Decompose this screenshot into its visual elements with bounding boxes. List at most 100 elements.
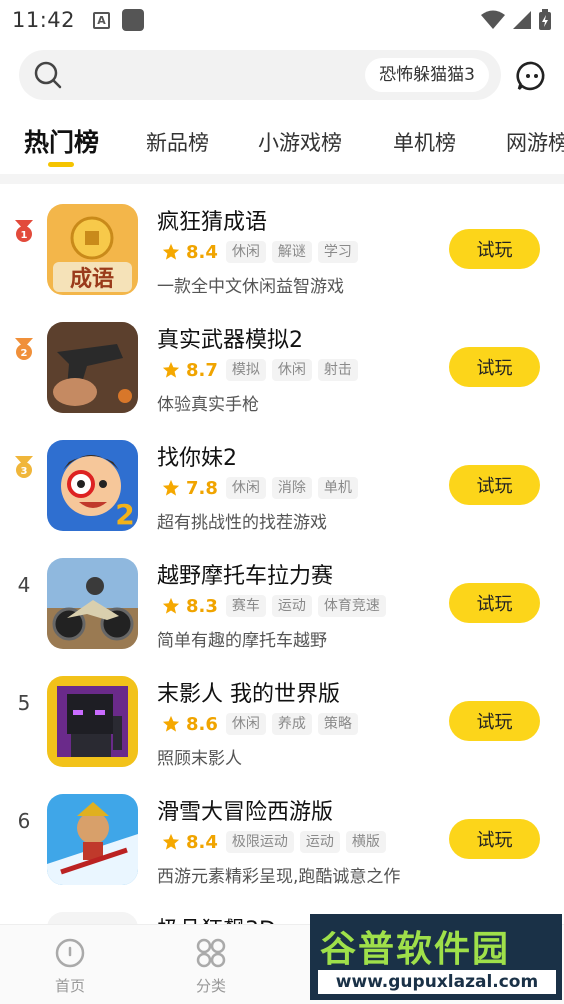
bronze-medal-icon: 3 [15,456,33,478]
nav-category-label: 分类 [195,977,226,995]
tag: 模拟 [225,359,266,381]
list-item[interactable]: 6 滑雪大冒险西游版 8.4 极限运动 运动 横版 西游元素精彩呈现,跑酷诚意之… [0,776,564,894]
rank-badge: 2 [10,334,38,364]
game-icon[interactable] [47,558,138,649]
game-description: 一款全中文休闲益智游戏 [157,277,344,297]
rating-line: 8.7 模拟 休闲 射击 [162,358,364,382]
star-icon [162,833,180,850]
tag: 休闲 [271,359,312,381]
notification-a-icon: A [93,11,111,29]
notification-app-icon [122,9,145,31]
tag: 单机 [317,477,358,499]
watermark-title: 谷普软件园 [320,929,511,970]
try-play-button[interactable]: 试玩 [449,347,540,387]
tag: 休闲 [225,477,266,499]
game-icon[interactable] [47,676,138,767]
wifi-icon [481,10,505,29]
watermark-logo: 谷普软件园 www.gupuxlazal.com [310,914,562,1000]
svg-text:1: 1 [21,230,28,241]
score: 8.3 [186,595,218,617]
list-item[interactable]: 3 2 找你妹2 7.8 休闲 消除 单机 超有挑战性的找茬游戏 试玩 [0,422,564,540]
list-item[interactable]: 5 末影人 我的世界版 8.6 休闲 养成 策略 照顾末影人 试玩 [0,658,564,776]
game-title[interactable]: 真实武器模拟2 [157,322,303,354]
rating-line: 8.4 极限运动 运动 横版 [162,830,392,854]
game-description: 照顾末影人 [157,749,242,769]
rank-number: 4 [17,573,31,597]
rank-number: 6 [17,809,31,833]
signal-icon [513,11,531,29]
game-title[interactable]: 找你妹2 [157,440,237,472]
game-title[interactable]: 末影人 我的世界版 [157,676,340,708]
score: 8.6 [186,713,218,735]
score: 8.4 [186,241,218,263]
list-item[interactable]: 1 成语 疯狂猜成语 8.4 休闲 解谜 学习 一款全中文休闲益智游戏 试玩 [0,186,564,304]
ranking-tabs: 热门榜 新品榜 小游戏榜 单机榜 网游榜 [0,118,564,174]
star-icon [162,597,180,614]
nav-home-label: 首页 [54,977,85,995]
tag: 休闲 [225,713,266,735]
search-icon [34,61,62,89]
try-play-button[interactable]: 试玩 [449,583,540,623]
status-time: 11:42 [12,8,76,32]
star-icon [162,479,180,496]
try-play-button[interactable]: 试玩 [449,701,540,741]
nav-category[interactable]: 分类 [176,937,246,996]
game-description: 体验真实手枪 [157,395,259,415]
tab-hot[interactable]: 热门榜 [24,118,99,168]
game-icon[interactable]: 2 [47,440,138,531]
list-item[interactable]: 4 越野摩托车拉力赛 8.3 赛车 运动 体育竞速 简单有趣的摩托车越野 试玩 [0,540,564,658]
tag: 横版 [345,831,386,853]
game-icon-text: 2 [115,498,134,531]
svg-text:3: 3 [21,466,28,477]
score: 7.8 [186,477,218,499]
list-item[interactable]: 2 真实武器模拟2 8.7 模拟 休闲 射击 体验真实手枪 试玩 [0,304,564,422]
silver-medal-icon: 2 [15,338,33,360]
tag: 消除 [271,477,312,499]
try-play-button[interactable]: 试玩 [449,229,540,269]
star-icon [162,361,180,378]
game-description: 西游元素精彩呈现,跑酷诚意之作 [157,867,401,887]
tag: 赛车 [225,595,266,617]
try-play-button[interactable]: 试玩 [449,465,540,505]
star-icon [162,715,180,732]
status-bar: 11:42 A [0,0,564,40]
tag: 极限运动 [225,831,294,853]
game-title[interactable]: 滑雪大冒险西游版 [157,794,333,826]
rank-badge: 3 [10,452,38,482]
tag: 策略 [317,713,358,735]
battery-icon [539,9,551,30]
tag: 运动 [299,831,340,853]
game-description: 简单有趣的摩托车越野 [157,631,327,651]
rating-line: 7.8 休闲 消除 单机 [162,476,364,500]
tag: 养成 [271,713,312,735]
tab-online-games[interactable]: 网游榜 [506,118,564,168]
watermark-url: www.gupuxlazal.com [318,970,556,994]
search-input[interactable]: 恐怖躲猫猫3 [19,50,501,100]
game-title[interactable]: 越野摩托车拉力赛 [157,558,333,590]
category-icon [196,938,226,968]
tab-new[interactable]: 新品榜 [146,118,209,168]
rank-number: 5 [17,691,31,715]
rating-line: 8.4 休闲 解谜 学习 [162,240,364,264]
tab-single-player[interactable]: 单机榜 [393,118,456,168]
svg-text:2: 2 [21,348,28,359]
game-title[interactable]: 疯狂猜成语 [157,204,267,236]
tag: 射击 [317,359,358,381]
nav-home[interactable]: 首页 [35,937,105,996]
tag: 解谜 [271,241,312,263]
try-play-button[interactable]: 试玩 [449,819,540,859]
game-description: 超有挑战性的找茬游戏 [157,513,327,533]
rank-badge: 1 [10,216,38,246]
message-icon[interactable] [516,60,548,92]
game-icon[interactable]: 成语 [47,204,138,295]
game-icon[interactable] [47,794,138,885]
gold-medal-icon: 1 [15,220,33,242]
home-icon [55,938,85,968]
game-icon[interactable] [47,322,138,413]
tag: 学习 [317,241,358,263]
tab-mini-games[interactable]: 小游戏榜 [258,118,342,168]
search-hint-chip[interactable]: 恐怖躲猫猫3 [365,58,489,92]
tag: 体育竞速 [317,595,386,617]
star-icon [162,243,180,260]
divider [0,174,564,184]
